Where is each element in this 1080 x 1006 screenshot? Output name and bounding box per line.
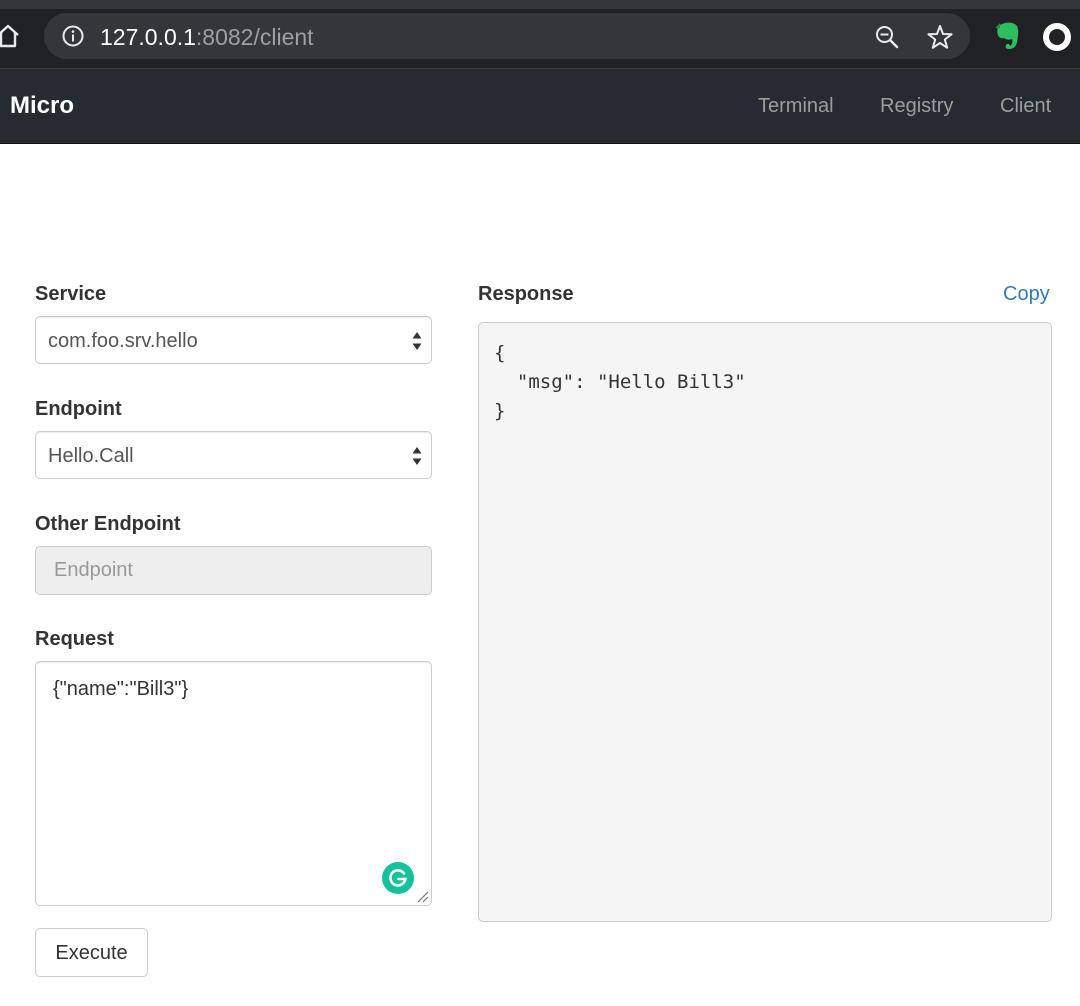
tab-strip-edge: [0, 0, 1080, 9]
evernote-icon[interactable]: [992, 20, 1022, 52]
browser-toolbar: 127.0.0.1:8082/client: [0, 0, 1080, 68]
nav-client[interactable]: Client: [1000, 94, 1051, 118]
nav-registry[interactable]: Registry: [880, 94, 953, 118]
service-label: Service: [35, 283, 107, 305]
service-selected-value: com.foo.srv.hello: [48, 330, 198, 352]
info-icon[interactable]: [62, 25, 84, 47]
address-bar[interactable]: 127.0.0.1:8082/client: [44, 13, 970, 59]
request-body: {"name":"Bill3"}: [53, 678, 189, 700]
brand-logo[interactable]: Micro: [10, 92, 74, 120]
endpoint-select[interactable]: Hello.Call: [35, 431, 432, 479]
zoom-out-icon[interactable]: [874, 24, 900, 50]
select-arrows-icon: [412, 447, 422, 465]
opera-icon[interactable]: [1042, 22, 1072, 52]
response-panel: { "msg": "Hello Bill3" }: [478, 322, 1052, 922]
nav-terminal[interactable]: Terminal: [758, 94, 834, 118]
response-body: { "msg": "Hello Bill3" }: [494, 342, 746, 422]
url-host: 127.0.0.1: [100, 24, 196, 50]
select-arrows-icon: [412, 332, 422, 350]
service-select[interactable]: com.foo.srv.hello: [35, 316, 432, 364]
endpoint-label: Endpoint: [35, 398, 122, 420]
other-endpoint-input[interactable]: [35, 546, 432, 595]
url-path: :8082/client: [195, 24, 314, 50]
endpoint-selected-value: Hello.Call: [48, 445, 134, 467]
star-icon[interactable]: [926, 23, 954, 51]
request-label: Request: [35, 628, 114, 650]
execute-button[interactable]: Execute: [35, 928, 148, 977]
grammarly-icon[interactable]: [382, 862, 414, 894]
copy-link[interactable]: Copy: [1003, 282, 1050, 306]
response-label: Response: [478, 283, 574, 305]
url-text[interactable]: 127.0.0.1:8082/client: [100, 25, 314, 49]
other-endpoint-label: Other Endpoint: [35, 513, 181, 535]
resize-handle-icon[interactable]: [415, 889, 429, 903]
home-icon[interactable]: [0, 20, 22, 52]
request-textarea[interactable]: {"name":"Bill3"}: [35, 661, 432, 906]
app-navbar: Micro Terminal Registry Client: [0, 68, 1080, 144]
